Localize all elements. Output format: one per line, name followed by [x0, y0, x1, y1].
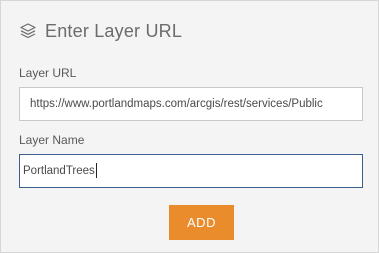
layer-url-value: https://www.portlandmaps.com/arcgis/rest… [30, 98, 323, 110]
text-cursor [95, 163, 97, 179]
panel-title: Enter Layer URL [45, 20, 183, 41]
layers-icon [19, 22, 37, 40]
add-button[interactable]: ADD [169, 205, 234, 240]
layer-name-label: Layer Name [19, 133, 85, 147]
layer-name-input[interactable]: PortlandTrees [19, 154, 363, 188]
enter-layer-url-panel: Enter Layer URL Layer URL https://www.po… [0, 0, 379, 253]
layer-url-input[interactable]: https://www.portlandmaps.com/arcgis/rest… [19, 87, 363, 121]
panel-header: Enter Layer URL [19, 19, 182, 43]
layer-name-value: PortlandTrees [23, 165, 95, 177]
layer-url-label: Layer URL [19, 66, 77, 80]
